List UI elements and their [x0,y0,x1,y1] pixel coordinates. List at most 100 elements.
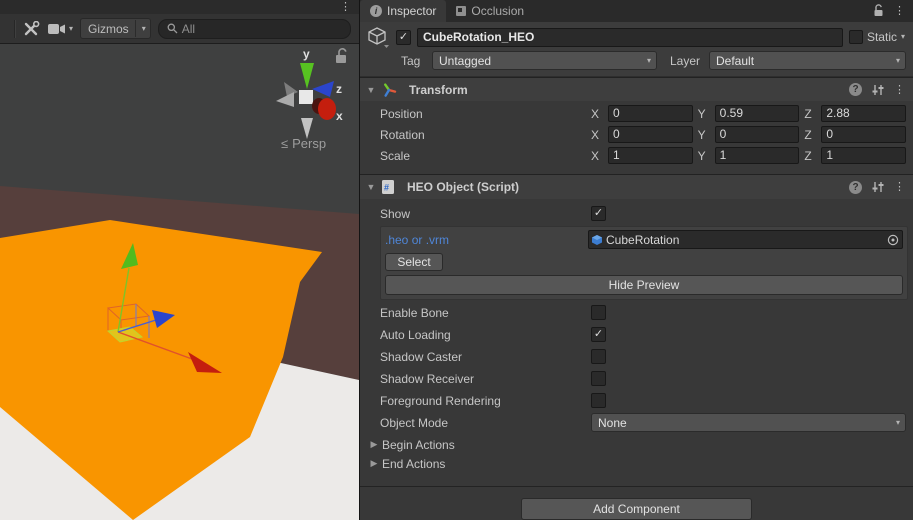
position-x-field[interactable]: 0 [608,105,693,123]
heo-object-field[interactable]: CubeRotation [588,230,903,249]
inspector-menu-icon[interactable]: ⋮ [894,5,905,16]
shadow-caster-label: Shadow Caster [380,349,463,364]
object-mode-dropdown-icon: ▾ [895,417,900,427]
transform-foldout-icon[interactable]: ▼ [366,85,376,95]
rotation-z-field[interactable]: 0 [821,126,907,144]
gameobject-name-field[interactable]: CubeRotation_HEO [417,27,843,47]
active-checkbox[interactable]: ✓ [396,29,411,45]
shadow-receiver-checkbox[interactable] [591,371,606,386]
tools-icon[interactable] [23,20,41,37]
heo-header-icons: ? ⋮ [849,180,907,194]
scene-pane-menu-icon[interactable]: ⋮ [340,2,351,13]
axis-y-label: Y [697,127,706,142]
end-actions-foldout[interactable]: ▶ End Actions [360,454,913,473]
tabbar-controls: ⋮ [864,0,913,22]
object-picker-icon[interactable] [884,231,902,248]
gameobject-cube-icon[interactable] [366,26,390,49]
persp-label: Persp [292,136,326,151]
show-label: Show [380,206,411,221]
shadow-caster-row: Shadow Caster [380,348,906,365]
transform-menu-icon[interactable]: ⋮ [894,84,905,95]
presets-icon[interactable] [871,84,885,96]
axis-z-label: Z [804,127,812,142]
auto-loading-row: Auto Loading ✓ [380,326,906,343]
static-checkbox[interactable] [848,30,863,45]
inspector-tabbar: i Inspector Occlusion ⋮ [360,0,913,22]
scene-camera-button[interactable]: ▾ [48,19,73,39]
scale-z-field[interactable]: 1 [821,147,907,165]
scene-toolbar: ▾ Gizmos ▾ All [0,14,359,44]
foreground-rendering-checkbox[interactable] [591,393,606,408]
static-group: Static ▾ [848,30,907,45]
transform-header[interactable]: ▼ Transform ? ⋮ [360,76,913,102]
layer-dropdown[interactable]: Default ▾ [709,51,906,71]
hide-preview-button[interactable]: Hide Preview [385,275,903,295]
axis-y-label: Y [697,106,706,121]
tab-inspector[interactable]: i Inspector [360,0,447,22]
tag-dropdown-icon: ▾ [646,55,651,65]
help-icon[interactable]: ? [849,180,862,194]
info-icon: i [370,4,382,17]
scale-y-field[interactable]: 1 [714,147,800,165]
transform-header-icons: ? ⋮ [849,83,907,97]
object-mode-dropdown[interactable]: None ▾ [591,413,906,432]
rotation-x-field[interactable]: 0 [608,126,693,144]
gameobject-header: ✓ CubeRotation_HEO Static ▾ Tag Untagged… [360,21,913,77]
scene-viewport[interactable]: y z x ≤ Persp [0,44,359,520]
begin-actions-foldout[interactable]: ▶ Begin Actions [360,435,913,454]
add-component-area: Add Component [360,497,913,520]
scene-tab-strip: ⋮ [0,0,359,14]
axis-x-label: x [336,109,343,123]
heo-object-header[interactable]: ▼ # HEO Object (Script) ? ⋮ [360,174,913,199]
heo-file-box: .heo or .vrm CubeRotation Select Hide Pr… [380,226,908,300]
object-field-value: CubeRotation [606,232,680,247]
occlusion-icon [456,5,467,16]
position-z-field[interactable]: 2.88 [821,105,907,123]
axis-center-cube[interactable] [299,90,313,104]
static-dropdown-icon[interactable]: ▾ [901,33,905,41]
axis-x-label: X [591,127,600,142]
scene-search-input[interactable]: All [157,18,351,39]
layer-dropdown-icon: ▾ [895,55,900,65]
inspector-lock-icon[interactable] [872,4,884,17]
scale-x-field[interactable]: 1 [608,147,693,165]
asset-cube-icon [591,234,603,246]
rotation-y-field[interactable]: 0 [714,126,800,144]
add-component-button[interactable]: Add Component [521,497,752,520]
presets-icon[interactable] [871,181,885,193]
camera-dropdown-icon: ▾ [69,23,74,33]
gizmos-button-divider [134,20,136,37]
camera-icon [48,23,65,34]
end-actions-label: End Actions [382,456,446,471]
tab-occlusion[interactable]: Occlusion [446,0,534,22]
show-row: Show ✓ [380,205,906,222]
heo-menu-icon[interactable]: ⋮ [894,182,905,193]
position-y-field[interactable]: 0.59 [714,105,800,123]
gizmos-button-label: Gizmos [88,21,129,36]
object-mode-row: Object Mode None ▾ [380,413,906,432]
persp-toggle[interactable]: ≤ Persp [281,136,326,151]
svg-text:#: # [384,183,389,193]
axis-x-cone[interactable] [318,98,336,120]
heo-foldout-icon[interactable]: ▼ [366,182,376,192]
help-icon[interactable]: ? [849,83,862,97]
shadow-receiver-label: Shadow Receiver [380,371,475,386]
shadow-caster-checkbox[interactable] [591,349,606,364]
axis-z-label: Z [804,148,812,163]
axis-z-label: z [336,82,342,96]
foreground-rendering-label: Foreground Rendering [380,393,501,408]
search-placeholder: All [181,21,196,36]
enable-bone-row: Enable Bone [380,304,906,321]
scale-row: Scale X 1 Y 1 Z 1 [380,147,907,165]
gizmos-button[interactable]: Gizmos ▾ [80,18,151,39]
select-button[interactable]: Select [385,253,443,271]
heo-object-title: HEO Object (Script) [407,180,520,195]
scene-view-pane: ⋮ ▾ Gizmos ▾ All y z x ≤ Persp [0,0,360,520]
transform-icon [381,82,397,98]
auto-loading-checkbox[interactable]: ✓ [591,327,606,342]
position-row: Position X 0 Y 0.59 Z 2.88 [380,105,907,123]
enable-bone-checkbox[interactable] [591,305,606,320]
show-checkbox[interactable]: ✓ [591,206,606,221]
tag-value: Untagged [439,53,492,68]
tag-dropdown[interactable]: Untagged ▾ [432,51,657,71]
